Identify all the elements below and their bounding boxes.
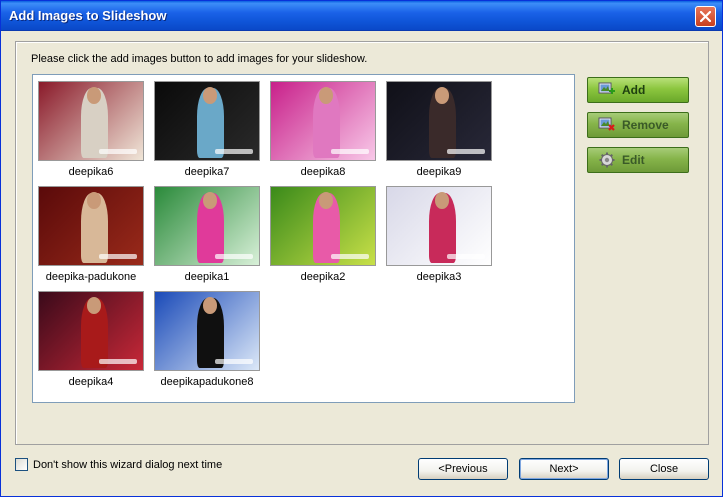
dialog-window: Add Images to Slideshow Please click the…: [0, 0, 723, 497]
image-thumbnail[interactable]: deepika9: [386, 81, 492, 178]
dont-show-wizard-checkbox[interactable]: [15, 458, 28, 471]
image-thumbnail[interactable]: deepikapadukone8: [154, 291, 260, 388]
edit-image-button[interactable]: Edit: [587, 147, 689, 173]
add-button-label: Add: [622, 83, 646, 97]
image-thumbnail[interactable]: deepika-padukone: [38, 186, 144, 283]
thumbnail-image: [270, 81, 376, 161]
previous-button[interactable]: <Previous: [418, 458, 508, 480]
add-images-button[interactable]: Add: [587, 77, 689, 103]
dont-show-wizard-row: Don't show this wizard dialog next time: [15, 458, 222, 471]
image-thumbnail[interactable]: deepika4: [38, 291, 144, 388]
thumbnail-caption: deepika7: [184, 166, 230, 178]
image-list-panel[interactable]: deepika6 deepika7 deepika8 deepika9 deepika-…: [32, 74, 575, 403]
thumbnail-caption: deepika4: [68, 376, 114, 388]
thumbnail-caption: deepika9: [416, 166, 462, 178]
thumbnail-caption: deepika3: [416, 271, 462, 283]
thumbnail-image: [154, 186, 260, 266]
thumbnail-image: [38, 186, 144, 266]
remove-button-label: Remove: [622, 118, 669, 132]
next-button[interactable]: Next>: [519, 458, 609, 480]
thumbnail-image: [154, 81, 260, 161]
gear-icon: [599, 152, 615, 168]
thumbnail-caption: deepika-padukone: [45, 271, 137, 283]
window-title: Add Images to Slideshow: [9, 8, 167, 23]
image-thumbnail[interactable]: deepika6: [38, 81, 144, 178]
image-thumbnail[interactable]: deepika1: [154, 186, 260, 283]
thumbnail-caption: deepika1: [184, 271, 230, 283]
thumbnail-caption: deepika6: [68, 166, 114, 178]
thumbnail-image: [270, 186, 376, 266]
thumbnail-image: [386, 186, 492, 266]
thumbnail-caption: deepika8: [300, 166, 346, 178]
thumbnail-image: [38, 291, 144, 371]
thumbnail-image: [38, 81, 144, 161]
thumbnail-caption: deepikapadukone8: [160, 376, 254, 388]
thumbnail-caption: deepika2: [300, 271, 346, 283]
edit-button-label: Edit: [622, 153, 645, 167]
dont-show-wizard-label[interactable]: Don't show this wizard dialog next time: [33, 459, 222, 471]
add-image-icon: [598, 82, 615, 94]
close-icon[interactable]: [695, 6, 716, 27]
image-thumbnail[interactable]: deepika2: [270, 186, 376, 283]
close-button[interactable]: Close: [619, 458, 709, 480]
image-thumbnail[interactable]: deepika8: [270, 81, 376, 178]
thumbnail-image: [154, 291, 260, 371]
title-bar[interactable]: Add Images to Slideshow: [1, 1, 722, 31]
image-thumbnail[interactable]: deepika3: [386, 186, 492, 283]
thumbnail-image: [386, 81, 492, 161]
remove-image-button[interactable]: Remove: [587, 112, 689, 138]
instruction-text: Please click the add images button to ad…: [31, 53, 368, 65]
remove-image-icon: [598, 117, 615, 131]
image-thumbnail[interactable]: deepika7: [154, 81, 260, 178]
